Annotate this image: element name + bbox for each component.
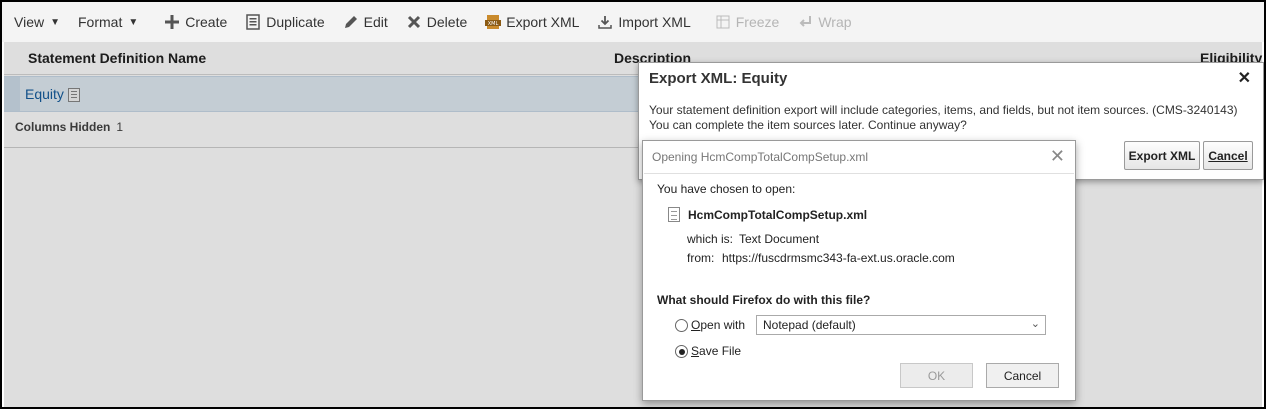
dialog-message-line-2: You can complete the item sources later.… (649, 118, 967, 132)
export-xml-button-label: Export XML (506, 14, 580, 30)
import-xml-button-label: Import XML (618, 14, 691, 30)
duplicate-icon (245, 14, 261, 30)
edit-button[interactable]: Edit (343, 14, 388, 30)
format-menu-label: Format (78, 14, 123, 30)
duplicate-button-label: Duplicate (266, 14, 325, 30)
plus-icon (164, 14, 180, 30)
divider (644, 173, 1074, 174)
save-file-accel: S (691, 344, 700, 358)
svg-text:XML: XML (488, 21, 499, 27)
delete-button-label: Delete (426, 14, 468, 30)
dialog-message: Your statement definition export will in… (649, 103, 1259, 133)
duplicate-button[interactable]: Duplicate (245, 14, 325, 30)
firefox-download-dialog: Opening HcmCompTotalCompSetup.xml ✕ You … (642, 140, 1076, 401)
x-icon (406, 14, 422, 30)
view-menu-label: View (14, 14, 45, 30)
open-with-radio[interactable] (675, 319, 688, 332)
save-file-radio[interactable] (675, 345, 688, 358)
create-button[interactable]: Create (164, 14, 227, 30)
freeze-icon (715, 14, 731, 30)
edit-button-label: Edit (363, 14, 388, 30)
cancel-button[interactable]: Cancel (1203, 141, 1253, 170)
pencil-icon (343, 14, 359, 30)
chevron-down-icon: ⌄ (1030, 318, 1040, 330)
export-xml-confirm-button[interactable]: Export XML (1124, 141, 1200, 170)
open-with-accel: O (691, 318, 701, 332)
from-label: from: (687, 251, 715, 265)
open-with-text: pen with (700, 318, 746, 332)
chosen-to-open-text: You have chosen to open: (657, 182, 796, 196)
view-menu[interactable]: View ▼ (14, 14, 60, 30)
app-window: View ▼ Format ▼ Create Duplicate Edit De… (0, 0, 1266, 409)
export-xml-button[interactable]: XML Export XML (485, 14, 579, 30)
format-menu[interactable]: Format ▼ (78, 14, 138, 30)
export-xml-icon: XML (485, 14, 502, 30)
caret-down-icon: ▼ (128, 16, 139, 28)
which-is-value: Text Document (739, 232, 820, 246)
open-with-label[interactable]: Open with (691, 318, 745, 332)
open-with-select[interactable]: Notepad (default) ⌄ (756, 315, 1046, 335)
close-icon[interactable]: ✕ (1050, 146, 1065, 167)
dialog-message-line-1: Your statement definition export will in… (649, 103, 1238, 117)
wrap-icon (797, 14, 813, 30)
toolbar: View ▼ Format ▼ Create Duplicate Edit De… (2, 2, 1264, 42)
download-icon (597, 14, 613, 30)
import-xml-button[interactable]: Import XML (597, 14, 691, 30)
wrap-button[interactable]: Wrap (797, 14, 852, 30)
caret-down-icon: ▼ (50, 16, 60, 28)
open-with-select-value: Notepad (default) (763, 318, 856, 332)
delete-button[interactable]: Delete (406, 14, 467, 30)
firefox-question: What should Firefox do with this file? (657, 293, 871, 307)
create-button-label: Create (185, 14, 228, 30)
file-icon (668, 207, 680, 222)
wrap-button-label: Wrap (818, 14, 852, 30)
dialog-title: Export XML: Equity (649, 70, 788, 87)
file-name: HcmCompTotalCompSetup.xml (688, 208, 868, 222)
download-cancel-button[interactable]: Cancel (986, 363, 1059, 388)
ok-button[interactable]: OK (900, 363, 973, 388)
from-url: https://fuscdrmsmc343-fa-ext.us.oracle.c… (722, 251, 955, 265)
save-file-label[interactable]: Save File (691, 344, 741, 358)
download-dialog-title: Opening HcmCompTotalCompSetup.xml (652, 150, 869, 164)
which-is-label: which is: (687, 232, 734, 246)
save-file-text: ave File (699, 344, 742, 358)
freeze-button-label: Freeze (735, 14, 780, 30)
freeze-button[interactable]: Freeze (715, 14, 780, 30)
close-icon[interactable]: ✕ (1238, 68, 1251, 88)
